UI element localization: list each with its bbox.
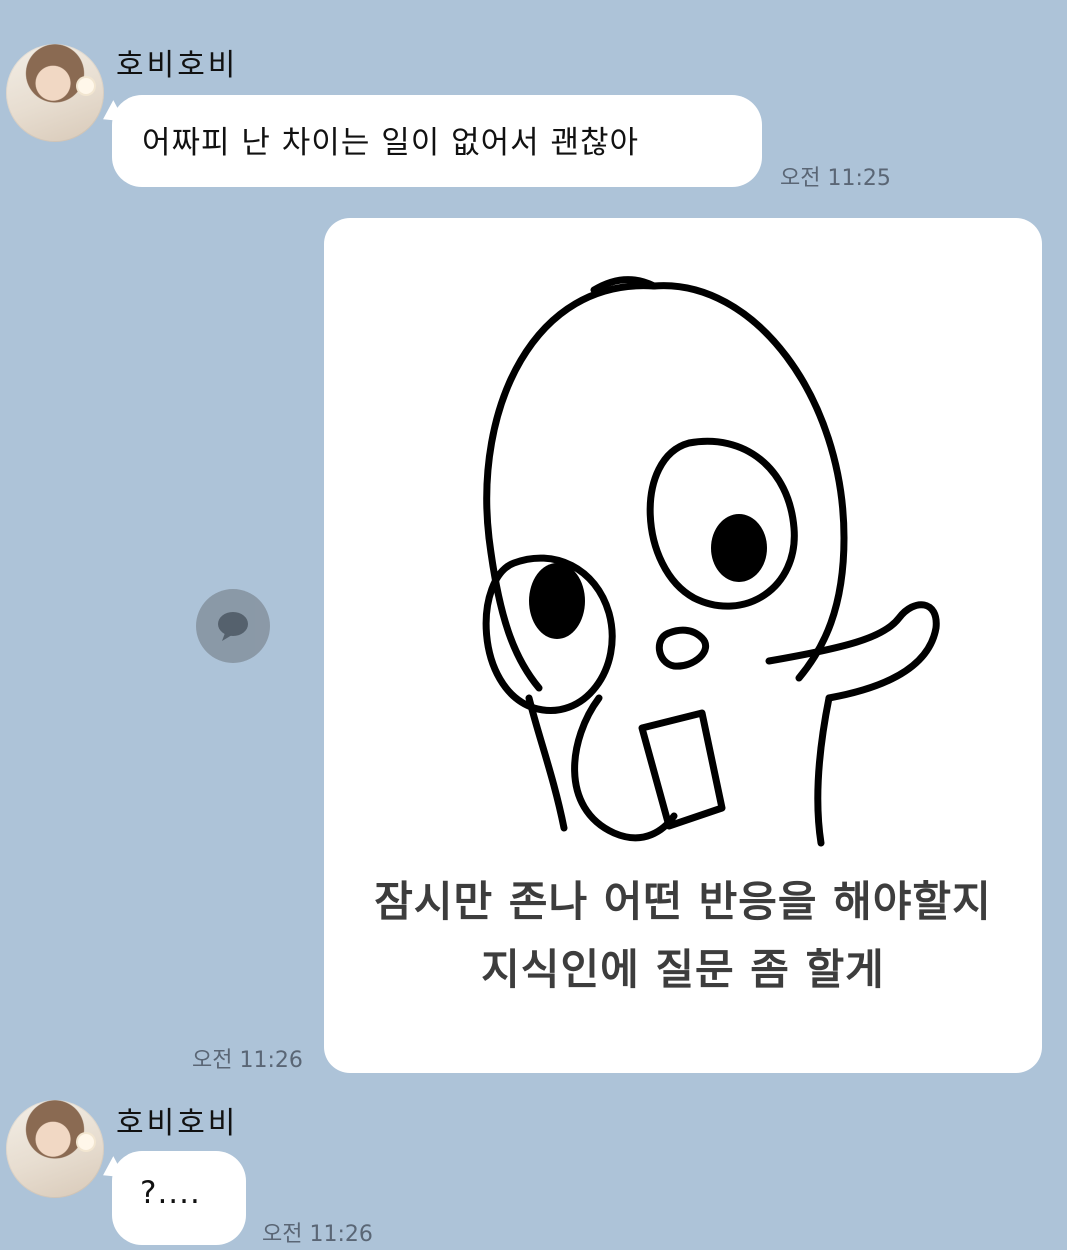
avatar[interactable] xyxy=(6,1100,104,1198)
message-text: ?.... xyxy=(140,1175,201,1211)
message-bubble[interactable]: ?.... xyxy=(97,1151,246,1245)
message-timestamp: 오전 11:26 xyxy=(262,1222,373,1247)
avatar-flower-accent xyxy=(78,78,94,94)
image-caption-line-2: 지식인에 질문 좀 할게 xyxy=(481,945,885,994)
message-timestamp: 오전 11:25 xyxy=(780,166,891,191)
sender-name: 호비호비 xyxy=(116,48,239,83)
share-button[interactable] xyxy=(196,589,270,663)
avatar[interactable] xyxy=(6,44,104,142)
image-message[interactable]: 잠시만 존나 어떤 반응을 해야할지 지식인에 질문 좀 할게 xyxy=(324,218,1042,1073)
speech-bubble-icon xyxy=(218,612,248,641)
sender-name: 호비호비 xyxy=(116,1106,239,1141)
avatar-flower-accent xyxy=(78,1134,94,1150)
image-caption-line-1: 잠시만 존나 어떤 반응을 해야할지 xyxy=(374,877,992,926)
message-bubble[interactable]: 어짜피 난 차이는 일이 없어서 괜찮아 xyxy=(97,95,762,187)
message-timestamp: 오전 11:26 xyxy=(192,1048,303,1073)
message-text: 어짜피 난 차이는 일이 없어서 괜찮아 xyxy=(142,125,640,161)
